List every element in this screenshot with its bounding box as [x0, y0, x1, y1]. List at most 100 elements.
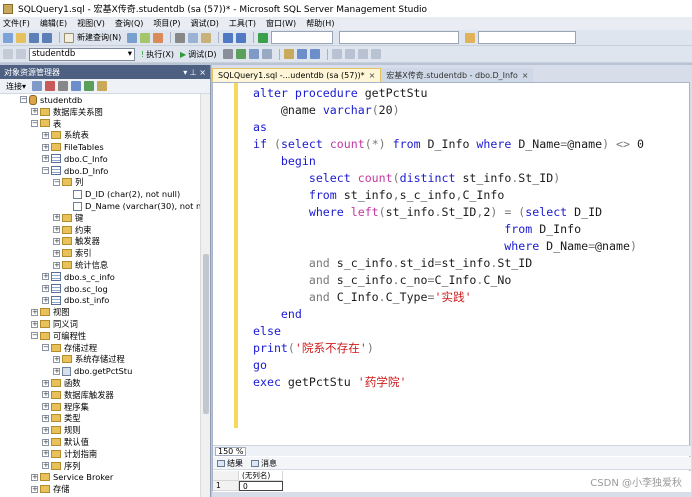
expand-icon[interactable]: +: [53, 237, 60, 245]
menu-item[interactable]: 帮助(H): [306, 18, 334, 29]
scrollbar-thumb[interactable]: [203, 254, 209, 414]
expand-icon[interactable]: +: [42, 403, 49, 411]
document-tab[interactable]: 宏基X传奇.studentdb - dbo.D_Info ×: [381, 68, 534, 82]
tree-node[interactable]: + 存储: [0, 483, 200, 495]
paste-icon[interactable]: [201, 32, 212, 43]
expand-icon[interactable]: +: [31, 473, 38, 481]
summary-icon[interactable]: [97, 81, 108, 91]
tree-node[interactable]: + 同义词: [0, 318, 200, 330]
menu-item[interactable]: 查询(Q): [115, 18, 144, 29]
results-to-grid-icon[interactable]: [296, 49, 307, 59]
undo-icon[interactable]: [223, 32, 234, 43]
comment-icon[interactable]: [331, 49, 342, 59]
tree-node[interactable]: + 索引: [0, 247, 200, 259]
tree-node[interactable]: + 数据库关系图: [0, 106, 200, 118]
expand-icon[interactable]: +: [53, 367, 60, 375]
menu-item[interactable]: 调试(D): [190, 18, 218, 29]
menu-item[interactable]: 编辑(E): [40, 18, 67, 29]
menu-item[interactable]: 视图(V): [77, 18, 105, 29]
sql-code-editor[interactable]: alter procedure getPctStu @name varchar(…: [212, 82, 691, 492]
redo-icon[interactable]: [236, 32, 247, 43]
expand-icon[interactable]: +: [42, 414, 49, 422]
refresh-icon[interactable]: [84, 81, 95, 91]
tree-node[interactable]: + 规则: [0, 424, 200, 436]
expand-icon[interactable]: +: [42, 273, 49, 281]
search-box[interactable]: [478, 31, 577, 44]
tree-node[interactable]: + Service Broker: [0, 472, 200, 484]
expand-icon[interactable]: +: [42, 462, 49, 470]
expand-icon[interactable]: +: [42, 426, 49, 434]
cut-icon[interactable]: [175, 32, 186, 43]
tree-node[interactable]: D_ID (char(2), not null): [0, 188, 200, 200]
save-all-icon[interactable]: [42, 32, 52, 43]
expand-icon[interactable]: +: [31, 485, 38, 493]
tree-node[interactable]: + dbo.st_info: [0, 295, 200, 307]
expand-icon[interactable]: +: [42, 155, 49, 163]
filter-icon[interactable]: [71, 81, 82, 91]
tree-node[interactable]: + dbo.s_c_info: [0, 271, 200, 283]
menu-item[interactable]: 窗口(W): [266, 18, 296, 29]
tree-node[interactable]: + 类型: [0, 413, 200, 425]
find-combo[interactable]: [339, 31, 460, 44]
connect-dropdown[interactable]: 连接▾: [6, 81, 26, 92]
results-tab[interactable]: 结果: [217, 458, 243, 469]
zoom-select[interactable]: 150 %: [215, 446, 247, 456]
expand-icon[interactable]: +: [42, 143, 49, 151]
open-file-icon[interactable]: [16, 32, 26, 43]
tree-node[interactable]: − 表: [0, 118, 200, 130]
tree-node[interactable]: + 统计信息: [0, 259, 200, 271]
xmla-query-icon[interactable]: [153, 32, 164, 43]
expand-icon[interactable]: +: [42, 450, 49, 458]
tree-node[interactable]: + 默认值: [0, 436, 200, 448]
tree-node[interactable]: + FileTables: [0, 141, 200, 153]
expand-icon[interactable]: +: [42, 379, 49, 387]
tree-node[interactable]: − 可编程性: [0, 330, 200, 342]
analysis-query-icon[interactable]: [140, 32, 151, 43]
expand-icon[interactable]: +: [31, 108, 38, 116]
messages-tab[interactable]: 消息: [251, 458, 277, 469]
results-to-file-icon[interactable]: [309, 49, 320, 59]
change-connection-icon[interactable]: [16, 49, 26, 59]
expand-icon[interactable]: +: [53, 226, 60, 234]
expand-icon[interactable]: +: [42, 391, 49, 399]
expand-icon[interactable]: +: [42, 131, 49, 139]
close-tab-icon[interactable]: ×: [369, 71, 376, 80]
copy-icon[interactable]: [188, 32, 199, 43]
code-text[interactable]: alter procedure getPctStu @name varchar(…: [253, 85, 644, 391]
collapse-icon[interactable]: −: [20, 96, 27, 104]
expand-icon[interactable]: +: [42, 285, 49, 293]
tree-node[interactable]: + 函数: [0, 377, 200, 389]
menu-item[interactable]: 工具(T): [229, 18, 256, 29]
tree-node[interactable]: + 序列: [0, 460, 200, 472]
execute-button[interactable]: ! 执行(X): [141, 49, 174, 60]
tree-node[interactable]: + 键: [0, 212, 200, 224]
tree-node[interactable]: − 列: [0, 177, 200, 189]
expand-icon[interactable]: +: [42, 296, 49, 304]
collapse-icon[interactable]: −: [42, 167, 49, 175]
tree-node[interactable]: + 视图: [0, 306, 200, 318]
tree-node[interactable]: − dbo.D_Info: [0, 165, 200, 177]
menu-item[interactable]: 项目(P): [153, 18, 180, 29]
debug-button[interactable]: ▶ 调试(D): [180, 49, 217, 60]
database-engine-query-icon[interactable]: [127, 32, 138, 43]
available-databases-select[interactable]: studentdb ▾: [29, 47, 135, 61]
parse-icon[interactable]: [235, 49, 246, 59]
uncomment-icon[interactable]: [344, 49, 355, 59]
collapse-icon[interactable]: −: [31, 119, 38, 127]
expand-icon[interactable]: +: [31, 308, 38, 316]
tree-node[interactable]: − studentdb: [0, 94, 200, 106]
tree-node[interactable]: + 系统存储过程: [0, 354, 200, 366]
solution-config-select[interactable]: [271, 31, 334, 44]
expand-icon[interactable]: +: [53, 249, 60, 257]
tree-node[interactable]: + 触发器: [0, 236, 200, 248]
close-tab-icon[interactable]: ×: [522, 71, 529, 80]
find-in-files-icon[interactable]: [465, 32, 476, 43]
start-debugging-icon[interactable]: [258, 32, 269, 43]
expand-icon[interactable]: +: [53, 355, 60, 363]
increase-indent-icon[interactable]: [370, 49, 381, 59]
tree-node[interactable]: − 存储过程: [0, 342, 200, 354]
collapse-icon[interactable]: −: [31, 332, 38, 340]
disconnect-icon[interactable]: [45, 81, 56, 91]
expand-icon[interactable]: +: [53, 214, 60, 222]
connect-server-icon[interactable]: [32, 81, 43, 91]
